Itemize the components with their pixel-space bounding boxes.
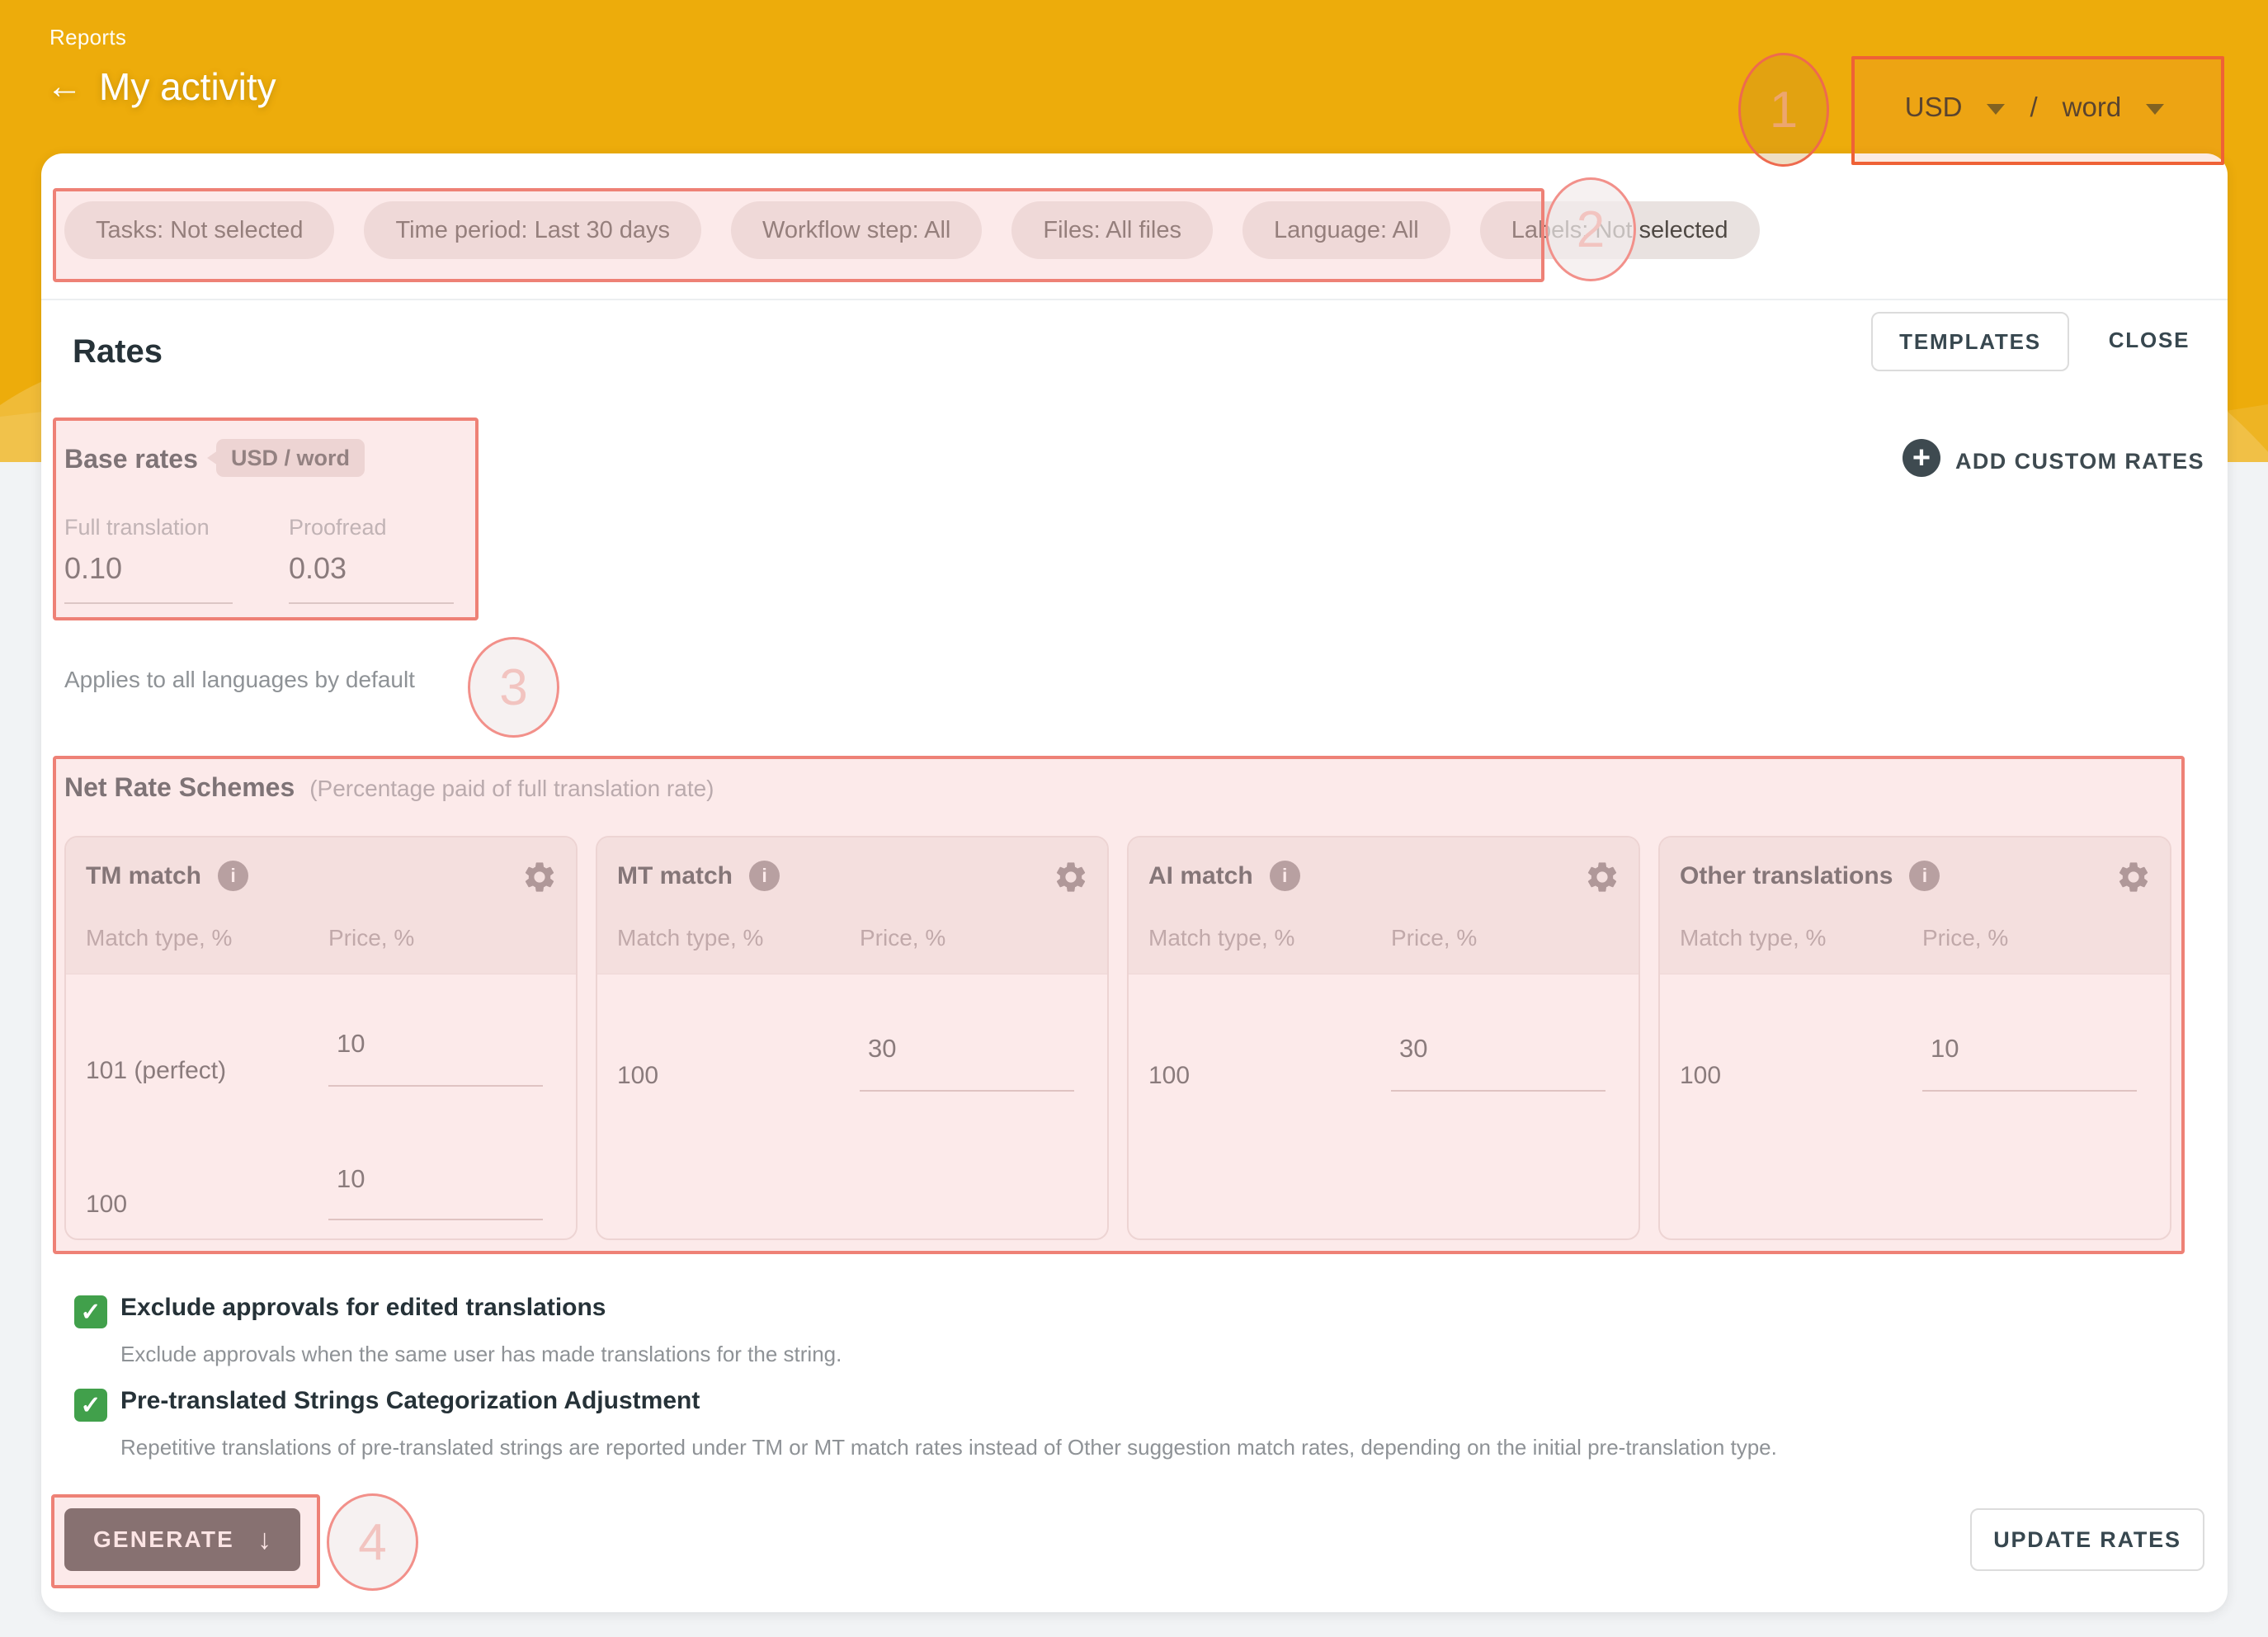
price-input[interactable]: 30 (868, 1034, 896, 1064)
scheme-card-header (1660, 837, 2170, 974)
scheme-card-other-translations: Other translations i Match type, % Price… (1658, 836, 2171, 1240)
filter-chip-tasks[interactable]: Tasks: Not selected (64, 201, 334, 259)
close-button[interactable]: CLOSE (2104, 312, 2195, 368)
filter-chip-workflow[interactable]: Workflow step: All (731, 201, 982, 259)
base-rates-title: Base rates (64, 444, 198, 474)
scheme-card-header (66, 837, 576, 974)
price-input[interactable]: 30 (1399, 1034, 1427, 1064)
scheme-title: TM match (86, 862, 201, 890)
proofread-label: Proofread (289, 515, 387, 540)
templates-button[interactable]: TEMPLATES (1871, 312, 2069, 371)
input-underline (328, 1085, 543, 1087)
price-input[interactable]: 10 (1931, 1034, 1959, 1064)
proofread-input[interactable]: 0.03 (289, 551, 347, 586)
update-rates-button[interactable]: UPDATE RATES (1970, 1508, 2204, 1571)
match-type-value: 100 (1148, 1062, 1190, 1090)
scheme-title: MT match (617, 862, 733, 890)
checkbox-exclude-approvals[interactable]: ✓ (74, 1295, 107, 1328)
info-icon[interactable]: i (218, 861, 248, 891)
scheme-title: AI match (1148, 862, 1253, 890)
price-column-label: Price, % (860, 925, 945, 951)
filter-chip-labels[interactable]: Labels: Not selected (1480, 201, 1760, 259)
divider (41, 299, 2228, 300)
applies-note: Applies to all languages by default (64, 667, 415, 693)
scheme-card-ai-match: AI match i Match type, % Price, % 100 30 (1127, 836, 1640, 1240)
base-rates-unit-badge: USD / word (216, 439, 365, 477)
scheme-card-header (597, 837, 1107, 974)
info-icon[interactable]: i (1270, 861, 1300, 891)
price-column-label: Price, % (1391, 925, 1477, 951)
gear-icon[interactable] (1053, 859, 1089, 895)
scheme-card-header (1129, 837, 1639, 974)
filter-chip-files[interactable]: Files: All files (1011, 201, 1213, 259)
checkbox-exclude-approvals-description: Exclude approvals when the same user has… (120, 1342, 842, 1367)
match-type-column-label: Match type, % (86, 925, 232, 951)
scheme-title: Other translations (1680, 862, 1893, 890)
generate-button[interactable]: GENERATE ↓ (64, 1508, 300, 1571)
input-underline (64, 602, 233, 604)
net-rate-schemes-title: Net Rate Schemes (64, 772, 295, 803)
breadcrumb[interactable]: Reports (50, 25, 126, 50)
scheme-card-tm-match: TM match i Match type, % Price, % 101 (p… (64, 836, 578, 1240)
checkbox-pretranslated-adjustment[interactable]: ✓ (74, 1389, 107, 1422)
input-underline (1391, 1090, 1606, 1092)
match-type-column-label: Match type, % (1148, 925, 1294, 951)
full-translation-label: Full translation (64, 515, 210, 540)
scheme-card-mt-match: MT match i Match type, % Price, % 100 30 (596, 836, 1109, 1240)
input-underline (1922, 1090, 2137, 1092)
checkbox-pretranslated-adjustment-description: Repetitive translations of pre-translate… (120, 1435, 1777, 1460)
match-type-value: 100 (86, 1191, 127, 1219)
price-input[interactable]: 10 (337, 1164, 365, 1194)
input-underline (289, 602, 454, 604)
match-type-column-label: Match type, % (1680, 925, 1826, 951)
gear-icon[interactable] (521, 859, 558, 895)
match-type-column-label: Match type, % (617, 925, 763, 951)
price-input[interactable]: 10 (337, 1029, 365, 1059)
unit-dropdown[interactable]: word (2063, 92, 2122, 123)
chevron-down-icon[interactable] (1987, 104, 2005, 115)
rates-section-title: Rates (73, 333, 163, 370)
checkbox-pretranslated-adjustment-label[interactable]: Pre-translated Strings Categorization Ad… (120, 1387, 700, 1415)
report-settings-card: Tasks: Not selected Time period: Last 30… (41, 153, 2228, 1612)
gear-icon[interactable] (2115, 859, 2152, 895)
filters-bar: Tasks: Not selected Time period: Last 30… (64, 201, 1760, 259)
price-column-label: Price, % (328, 925, 414, 951)
net-rate-schemes-subtitle: (Percentage paid of full translation rat… (309, 776, 714, 802)
generate-button-label: GENERATE (93, 1526, 234, 1553)
checkbox-exclude-approvals-label[interactable]: Exclude approvals for edited translation… (120, 1294, 606, 1322)
gear-icon[interactable] (1584, 859, 1620, 895)
currency-unit-separator: / (2030, 92, 2037, 123)
match-type-value: 100 (617, 1062, 658, 1090)
input-underline (328, 1219, 543, 1220)
plus-icon[interactable]: + (1903, 439, 1940, 477)
full-translation-input[interactable]: 0.10 (64, 551, 122, 586)
match-type-value: 100 (1680, 1062, 1721, 1090)
currency-unit-select: USD / word (1851, 56, 2218, 158)
page-title: My activity (99, 68, 276, 106)
input-underline (860, 1090, 1074, 1092)
download-arrow-icon: ↓ (257, 1524, 271, 1556)
currency-dropdown[interactable]: USD (1905, 92, 1963, 123)
add-custom-rates-button[interactable]: ADD CUSTOM RATES (1955, 449, 2204, 474)
filter-chip-language[interactable]: Language: All (1242, 201, 1450, 259)
back-arrow-icon[interactable]: ← (46, 68, 83, 105)
filter-chip-time-period[interactable]: Time period: Last 30 days (364, 201, 701, 259)
chevron-down-icon[interactable] (2146, 104, 2164, 115)
info-icon[interactable]: i (1909, 861, 1940, 891)
match-type-value: 101 (perfect) (86, 1057, 226, 1085)
price-column-label: Price, % (1922, 925, 2008, 951)
info-icon[interactable]: i (749, 861, 780, 891)
